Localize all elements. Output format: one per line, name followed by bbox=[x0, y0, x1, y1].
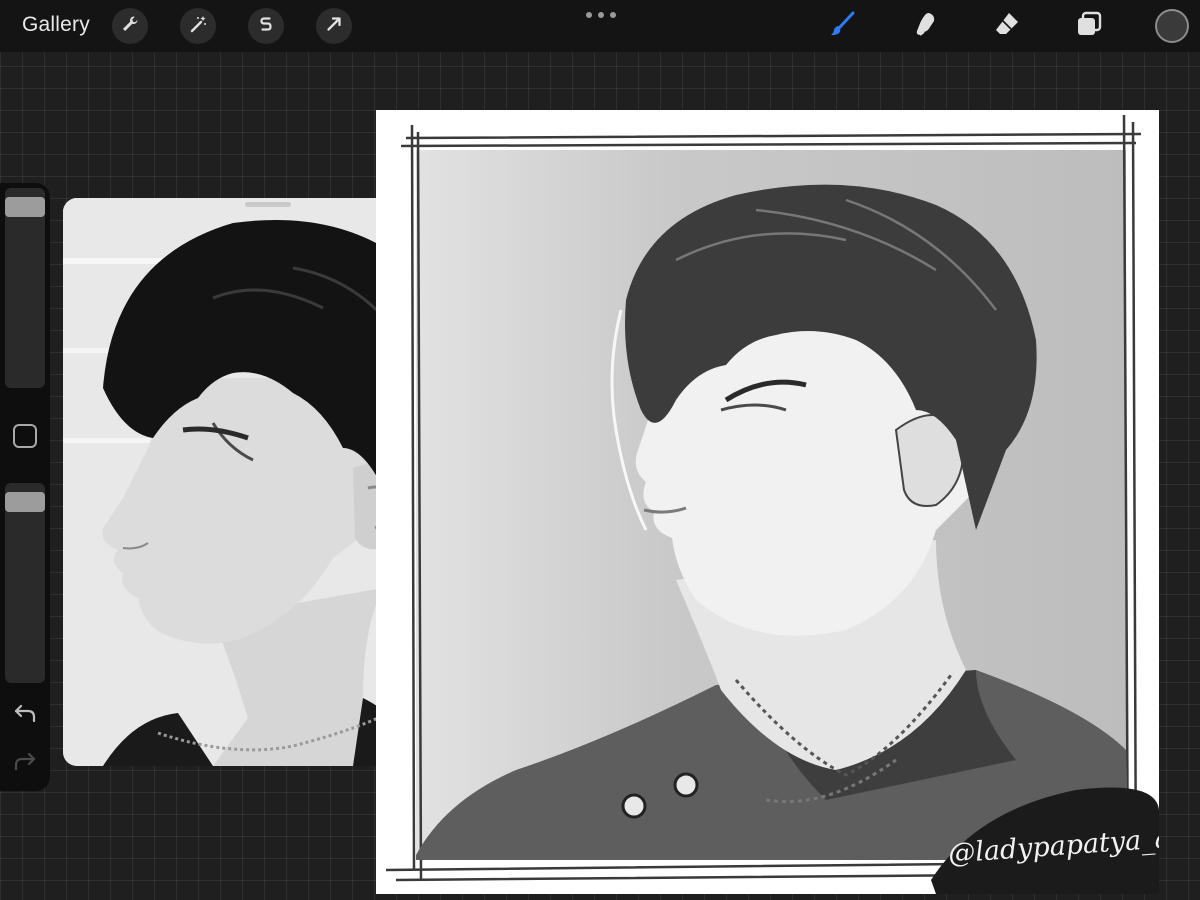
transform-arrow-icon bbox=[324, 14, 344, 39]
undo-button[interactable] bbox=[12, 701, 38, 725]
transform-button[interactable] bbox=[316, 8, 352, 44]
brush-size-slider[interactable] bbox=[5, 188, 45, 388]
wrench-icon bbox=[120, 14, 140, 39]
actions-button[interactable] bbox=[112, 8, 148, 44]
dot-icon bbox=[586, 12, 592, 18]
modify-button[interactable] bbox=[13, 424, 37, 448]
opacity-slider[interactable] bbox=[5, 483, 45, 683]
brush-size-slider-thumb[interactable] bbox=[5, 197, 45, 217]
eraser-icon bbox=[992, 9, 1022, 44]
layers-icon bbox=[1074, 9, 1104, 44]
top-toolbar: Gallery bbox=[0, 0, 1200, 52]
redo-icon bbox=[12, 752, 38, 777]
selection-icon bbox=[256, 14, 276, 39]
opacity-slider-thumb[interactable] bbox=[5, 492, 45, 512]
redo-button[interactable] bbox=[12, 749, 38, 773]
brush-icon bbox=[828, 9, 858, 44]
dot-icon bbox=[610, 12, 616, 18]
layers-button[interactable] bbox=[1072, 9, 1106, 43]
drawing-canvas[interactable]: @ladypapatya_art bbox=[376, 110, 1159, 894]
smudge-icon bbox=[910, 9, 940, 44]
left-sidebar bbox=[0, 183, 50, 791]
gallery-button[interactable]: Gallery bbox=[22, 13, 90, 37]
dot-icon bbox=[598, 12, 604, 18]
eraser-tool-button[interactable] bbox=[990, 9, 1024, 43]
color-swatch-button[interactable] bbox=[1155, 9, 1189, 43]
reference-window-handle[interactable] bbox=[245, 202, 291, 207]
sketch-artwork bbox=[376, 110, 1159, 894]
undo-icon bbox=[12, 704, 38, 729]
adjustments-button[interactable] bbox=[180, 8, 216, 44]
magic-wand-icon bbox=[188, 14, 208, 39]
more-options-button[interactable] bbox=[586, 8, 616, 22]
paint-tool-button[interactable] bbox=[826, 9, 860, 43]
selection-button[interactable] bbox=[248, 8, 284, 44]
smudge-tool-button[interactable] bbox=[908, 9, 942, 43]
